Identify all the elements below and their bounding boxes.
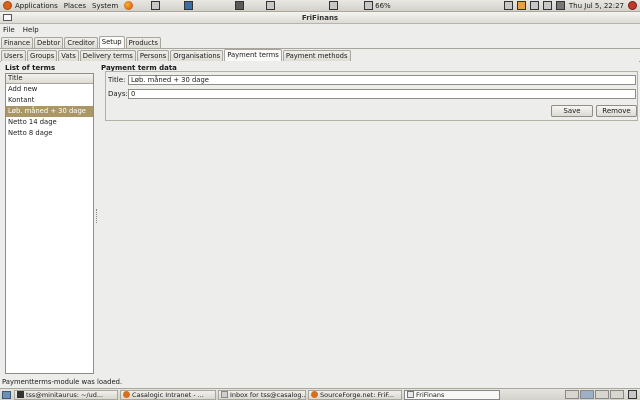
- tab-finance[interactable]: Finance: [1, 37, 34, 48]
- window-titlebar[interactable]: FriFinans: [0, 12, 640, 24]
- payment-term-form: Title: Løb. måned + 30 dage Days: 0 Save…: [105, 71, 638, 121]
- title-label: Title:: [108, 76, 126, 84]
- menu-file[interactable]: File: [3, 26, 15, 34]
- battery-icon: [364, 1, 374, 10]
- task-label: Casalogic Intranet - ...: [132, 390, 204, 399]
- battery-level: 66%: [375, 1, 391, 10]
- mail-icon: [221, 391, 228, 398]
- pane-splitter-handle[interactable]: [96, 209, 99, 223]
- trash-icon[interactable]: [628, 390, 637, 399]
- remove-button[interactable]: Remove: [596, 105, 637, 117]
- list-item[interactable]: Netto 8 dage: [6, 128, 93, 139]
- terminal-launcher-icon[interactable]: [235, 1, 245, 10]
- list-item-selected[interactable]: Løb. måned + 30 dage: [6, 106, 93, 117]
- task-intranet[interactable]: Casalogic Intranet - ...: [120, 389, 216, 400]
- clock[interactable]: Thu Jul 5, 22:27: [569, 2, 624, 10]
- signal-strength-icon[interactable]: [555, 1, 565, 10]
- ubuntu-logo-icon: [3, 1, 12, 10]
- tab-organisations[interactable]: Organisations: [170, 50, 224, 61]
- tab-persons[interactable]: Persons: [136, 50, 170, 61]
- list-item[interactable]: Netto 14 dage: [6, 117, 93, 128]
- task-terminal[interactable]: tss@minitaurus: ~/ud...: [14, 389, 118, 400]
- main-tabs: Finance Debtor Creditor Setup Products: [0, 36, 162, 48]
- system-menu-label: System: [92, 1, 119, 10]
- list-item[interactable]: Add new: [6, 84, 93, 95]
- task-inbox[interactable]: Inbox for tss@casalog...: [218, 389, 306, 400]
- workspace-switcher: [564, 390, 624, 399]
- chat-launcher-icon[interactable]: [184, 1, 194, 10]
- update-notifier-icon[interactable]: [516, 1, 526, 10]
- days-label: Days:: [108, 90, 128, 98]
- workspace-4[interactable]: [610, 390, 624, 399]
- task-frifinans[interactable]: FriFinans: [404, 389, 500, 400]
- show-desktop-icon[interactable]: [2, 390, 11, 399]
- task-label: Inbox for tss@casalog...: [230, 390, 306, 399]
- battery-indicator[interactable]: 66%: [364, 1, 391, 10]
- payment-terms-panel: List of terms Title Add new Kontant Løb.…: [1, 61, 639, 377]
- task-label: SourceForge.net: FriF...: [320, 390, 395, 399]
- bottom-panel: tss@minitaurus: ~/ud... Casalogic Intran…: [0, 388, 640, 400]
- task-sourceforge[interactable]: SourceForge.net: FriF...: [308, 389, 402, 400]
- setup-sub-tabs: Users Groups Vats Delivery terms Persons…: [0, 49, 352, 61]
- top-panel: Applications Places System 66% Thu Jul 5…: [0, 0, 640, 12]
- list-column-header-title[interactable]: Title: [6, 74, 93, 84]
- terminal-icon: [17, 391, 24, 398]
- volume-icon[interactable]: [542, 1, 552, 10]
- tab-setup[interactable]: Setup: [98, 36, 125, 48]
- tab-payment-methods[interactable]: Payment methods: [282, 50, 351, 61]
- title-field[interactable]: Løb. måned + 30 dage: [128, 75, 636, 85]
- tab-vats[interactable]: Vats: [58, 50, 79, 61]
- firefox-icon: [123, 391, 130, 398]
- tab-products[interactable]: Products: [125, 37, 161, 48]
- places-menu[interactable]: Places: [64, 2, 86, 10]
- tab-payment-terms[interactable]: Payment terms: [224, 49, 282, 61]
- printer-icon[interactable]: [503, 1, 513, 10]
- workspace-3[interactable]: [595, 390, 609, 399]
- terms-list[interactable]: Title Add new Kontant Løb. måned + 30 da…: [5, 73, 94, 374]
- mail-launcher-icon[interactable]: [151, 1, 161, 10]
- save-button[interactable]: Save: [551, 105, 593, 117]
- task-label: FriFinans: [416, 390, 445, 399]
- tab-creditor[interactable]: Creditor: [64, 37, 98, 48]
- days-field[interactable]: 0: [128, 89, 636, 99]
- places-menu-label: Places: [63, 1, 87, 10]
- status-bar: Paymentterms-module was loaded.: [0, 378, 640, 387]
- tab-users[interactable]: Users: [1, 50, 27, 61]
- system-menu[interactable]: System: [92, 2, 118, 10]
- menu-help[interactable]: Help: [23, 26, 39, 34]
- network-monitor-icon: [329, 1, 339, 10]
- list-item[interactable]: Kontant: [6, 95, 93, 106]
- clock-label: Thu Jul 5, 22:27: [568, 1, 624, 10]
- workspace-2[interactable]: [580, 390, 594, 399]
- tab-debtor[interactable]: Debtor: [34, 37, 64, 48]
- tab-delivery-terms[interactable]: Delivery terms: [79, 50, 136, 61]
- menubar: File Help: [0, 24, 640, 35]
- app-window-icon: [407, 391, 414, 398]
- firefox-launcher-icon[interactable]: [124, 1, 134, 10]
- network-icon[interactable]: [529, 1, 539, 10]
- calculator-launcher-icon[interactable]: [266, 1, 276, 10]
- tab-groups[interactable]: Groups: [27, 50, 58, 61]
- firefox-icon: [311, 391, 318, 398]
- list-frame-title: List of terms: [5, 64, 56, 72]
- applications-menu[interactable]: Applications: [3, 1, 58, 10]
- task-label: tss@minitaurus: ~/ud...: [26, 390, 104, 399]
- workspace-1[interactable]: [565, 390, 579, 399]
- power-icon[interactable]: [628, 1, 637, 10]
- applications-menu-label: Applications: [15, 1, 58, 10]
- window-title: FriFinans: [301, 14, 339, 22]
